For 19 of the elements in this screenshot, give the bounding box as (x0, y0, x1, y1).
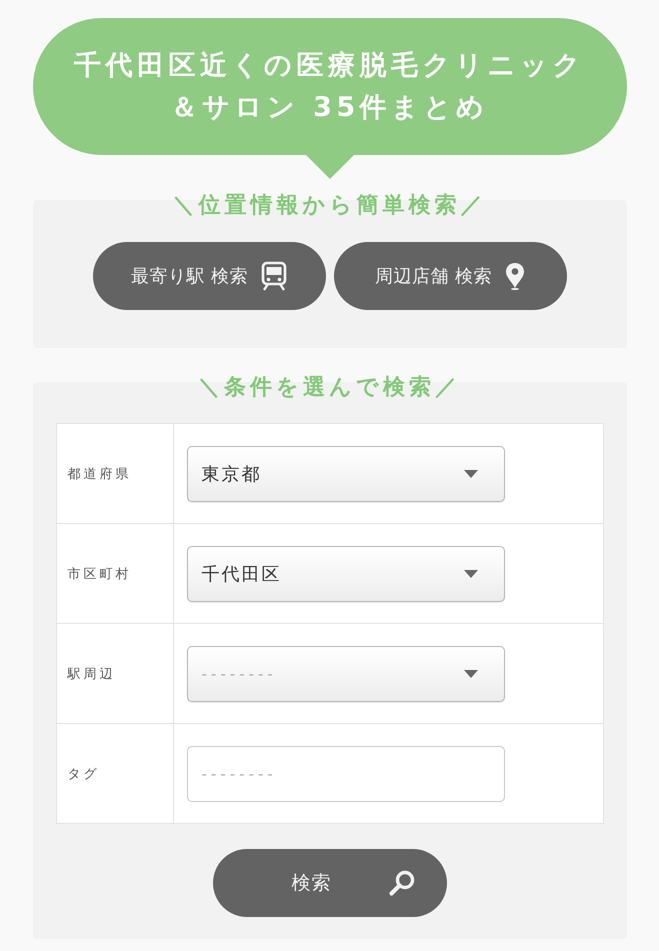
text-field[interactable]: -------- (186, 746, 504, 802)
field-label: タグ (68, 766, 100, 782)
page-title: 千代田区近くの医療脱毛クリニック ＆サロン 35件まとめ (74, 48, 585, 124)
caret-icon (464, 570, 478, 578)
caret-icon (464, 670, 478, 678)
search-icon (388, 869, 416, 897)
dropdown-field[interactable]: 千代田区 (186, 546, 504, 602)
field-label: 都道府県 (68, 466, 132, 482)
section-heading: ＼位置情報から簡単検索／ (172, 193, 486, 219)
dropdown-field[interactable]: 東京都 (186, 446, 504, 502)
search-button[interactable]: 周辺店舗 検索 (334, 242, 566, 310)
field-label: 駅周辺 (68, 666, 116, 682)
train-icon (261, 261, 288, 291)
caret-icon (464, 470, 478, 478)
section-heading: ＼条件を選んで検索／ (198, 375, 461, 401)
field-label: 市区町村 (68, 566, 132, 582)
search-button[interactable]: 最寄り駅 検索 (92, 242, 326, 310)
search-button[interactable]: 検索 (212, 849, 446, 917)
map-pin-icon (505, 262, 526, 290)
